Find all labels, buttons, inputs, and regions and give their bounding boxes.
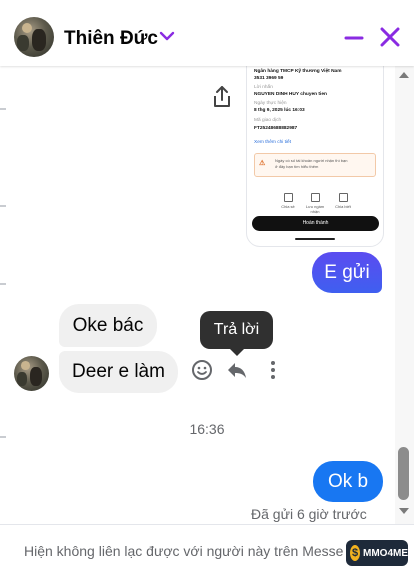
contact-name[interactable]: Thiên Đức xyxy=(64,28,158,50)
receipt-date-label: Ngày thực hiện xyxy=(254,101,287,106)
watermark-label: MMO4ME xyxy=(363,547,408,559)
receipt-action-save: Lưu ngầm nhận xyxy=(302,193,328,214)
left-edge-mark xyxy=(0,205,6,207)
minimize-icon[interactable] xyxy=(342,26,366,50)
outgoing-message[interactable]: Ok b xyxy=(313,461,383,502)
time-divider: 16:36 xyxy=(189,421,225,437)
scroll-down-arrow-icon[interactable] xyxy=(398,507,410,515)
receipt-share-icon xyxy=(283,193,293,202)
emoji-icon[interactable] xyxy=(190,358,214,382)
receipt-warning-box: ⚠ Ngày có số tài khoản người nhận thì bạ… xyxy=(254,153,376,177)
unavailable-notice: Hiện không liên lạc được với người này t… xyxy=(24,543,344,559)
receipt-date-value: 8 thg 9, 2025 lúc 16:03 xyxy=(254,108,305,113)
receipt-tx-value: FT25248688882987 xyxy=(254,126,298,131)
receipt-tx-label: Mã giao dịch xyxy=(254,118,282,123)
incoming-message[interactable]: Oke bác xyxy=(59,304,157,347)
left-edge-mark xyxy=(0,283,6,285)
coin-icon: $ xyxy=(350,545,360,561)
scrollbar-thumb[interactable] xyxy=(398,447,409,500)
receipt-home-indicator xyxy=(295,238,335,240)
receipt-message-label: Lời nhắn xyxy=(254,85,273,90)
receipt-save-icon xyxy=(310,193,320,202)
receipt-done-button: Hoàn thành xyxy=(252,216,379,231)
receipt-view-more: Xem thêm chi tiết xyxy=(254,140,292,145)
share-icon[interactable] xyxy=(209,84,235,110)
close-icon[interactable] xyxy=(377,24,403,50)
more-icon[interactable] xyxy=(261,358,285,382)
receipt-action-share: Chia sẻ xyxy=(275,193,301,209)
reply-tooltip: Trả lời xyxy=(200,311,273,356)
receipt-account-no: 3531 3969 59 xyxy=(254,76,284,81)
watermark-logo: $ MMO4ME xyxy=(346,540,408,566)
outgoing-message[interactable]: E gửi xyxy=(312,252,382,293)
chat-header: Thiên Đức xyxy=(0,0,414,66)
chevron-down-icon[interactable] xyxy=(158,27,176,45)
sender-avatar[interactable] xyxy=(14,356,49,391)
contact-avatar[interactable] xyxy=(14,17,54,57)
reply-icon[interactable] xyxy=(225,358,249,382)
receipt-message-value: NGUYEN DINH HUY chuyen tien xyxy=(254,92,327,97)
scroll-up-arrow-icon[interactable] xyxy=(398,71,410,79)
left-edge-mark xyxy=(0,108,6,110)
receipt-action-info: Chia biết xyxy=(330,193,356,209)
sent-status: Đã gửi 6 giờ trước xyxy=(251,506,367,522)
receipt-info-icon xyxy=(338,193,348,202)
receipt-bank-name: Ngân hàng TMCP Kỹ thương Việt Nam xyxy=(254,69,342,74)
receipt-warning-text-2: ở đây bạn tìm hiểu thêm xyxy=(275,164,319,169)
transfer-receipt-image[interactable]: Ngân hàng TMCP Kỹ thương Việt Nam 3531 3… xyxy=(246,62,384,247)
incoming-message[interactable]: Deer e làm xyxy=(59,351,178,393)
warning-icon: ⚠ xyxy=(259,160,266,167)
